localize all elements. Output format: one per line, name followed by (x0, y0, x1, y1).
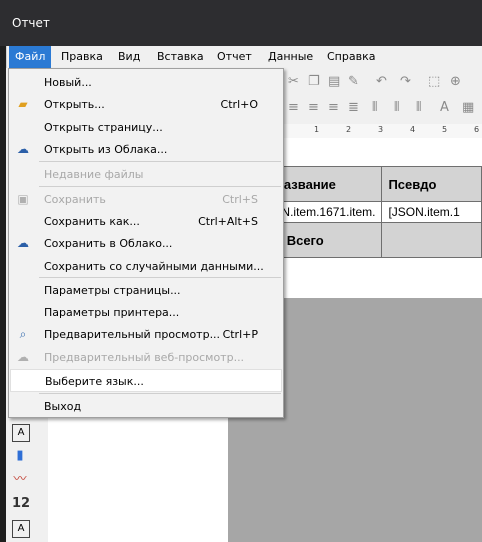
ruler-mark: 1 (314, 125, 320, 134)
ruler-mark: 3 (378, 125, 384, 134)
save-icon: ▣ (17, 192, 29, 206)
ruler-mark: 2 (346, 125, 352, 134)
menu-separator (39, 186, 281, 187)
menu-separator (39, 277, 281, 278)
folder-open-icon: ▰ (18, 97, 28, 111)
format-painter-icon[interactable]: ✎ (348, 74, 359, 89)
font-color-icon[interactable]: A (440, 100, 449, 115)
title-bar: Отчет (0, 0, 482, 46)
paste-icon[interactable]: ▤ (328, 74, 340, 89)
menu-edit[interactable]: Правка (55, 46, 109, 68)
file-menu-dropdown: Новый... ▰ Открыть... Ctrl+O Открыть стр… (8, 68, 284, 418)
ruler-mark: 6 (474, 125, 480, 134)
menu-item-printer-setup[interactable]: Параметры принтера... (10, 301, 282, 324)
menu-item-open[interactable]: ▰ Открыть... Ctrl+O (10, 93, 282, 116)
menu-report[interactable]: Отчет (211, 46, 258, 68)
cut-icon[interactable]: ✂ (288, 74, 299, 89)
menu-item-exit[interactable]: Выход (10, 395, 282, 418)
select-icon[interactable]: ⬚ (428, 74, 440, 89)
menu-separator (39, 161, 281, 162)
ruler: 1 2 3 4 5 6 (284, 124, 482, 139)
cloud-upload-icon: ☁ (17, 236, 29, 250)
new-icon (14, 74, 32, 90)
align-center-icon[interactable]: ≡ (308, 100, 319, 115)
total-empty-cell[interactable] (381, 222, 482, 258)
toolbar: ✂ ❐ ▤ ✎ ↶ ↷ ⬚ ⊕ ≡ ≡ ≡ ≣ ⫴ ⫴ ⫴ A ▦ (284, 68, 482, 125)
border-icon[interactable]: ▦ (462, 100, 474, 115)
undo-icon[interactable]: ↶ (376, 74, 387, 89)
menu-item-save-cloud[interactable]: ☁ Сохранить в Облако... (10, 232, 282, 255)
column-header-alias[interactable]: Псевдо (381, 166, 482, 202)
menu-item-save-random[interactable]: Сохранить со случайными данными... (10, 255, 282, 278)
menu-item-save-as[interactable]: Сохранить как... Ctrl+Alt+S (10, 210, 282, 233)
menu-item-new[interactable]: Новый... (10, 71, 282, 94)
ruler-mark: 4 (410, 125, 416, 134)
valign-bottom-icon[interactable]: ⫴ (416, 100, 421, 115)
menu-item-web-preview: ☁ Предварительный веб-просмотр... (10, 346, 282, 369)
menu-item-language[interactable]: Выберите язык... (10, 369, 282, 392)
valign-top-icon[interactable]: ⫴ (372, 100, 377, 115)
text-box-icon[interactable]: A (12, 520, 30, 538)
web-preview-icon: ☁ (17, 350, 29, 364)
menu-help[interactable]: Справка (321, 46, 381, 68)
redo-icon[interactable]: ↷ (400, 74, 411, 89)
menu-item-page-setup[interactable]: Параметры страницы... (10, 279, 282, 302)
menu-item-open-page[interactable]: Открыть страницу... (10, 116, 282, 139)
align-left-icon[interactable]: ≡ (288, 100, 299, 115)
align-right-icon[interactable]: ≡ (328, 100, 339, 115)
data-cell-alias[interactable]: [JSON.item.1 (381, 201, 482, 223)
menu-bar: Файл Правка Вид Вставка Отчет Данные Спр… (6, 46, 482, 68)
justify-icon[interactable]: ≣ (348, 100, 359, 115)
menu-insert[interactable]: Вставка (151, 46, 210, 68)
zoom-icon[interactable]: ⊕ (450, 74, 461, 89)
menu-item-save: ▣ Сохранить Ctrl+S (10, 188, 282, 211)
number-icon[interactable]: 12 (12, 496, 30, 512)
menu-item-recent: Недавние файлы (44, 168, 144, 181)
ruler-mark: 5 (442, 125, 448, 134)
menu-item-open-cloud[interactable]: ☁ Открыть из Облака... (10, 138, 282, 161)
menu-data[interactable]: Данные (262, 46, 319, 68)
menu-view[interactable]: Вид (112, 46, 146, 68)
text-component-icon[interactable]: A (12, 424, 30, 442)
sparkline-icon[interactable]: 〰 (12, 472, 28, 488)
bar-chart-icon[interactable]: ▮ (12, 448, 28, 464)
menu-item-preview[interactable]: ⌕ Предварительный просмотр... Ctrl+P (10, 323, 282, 346)
window-title: Отчет (12, 16, 50, 30)
copy-icon[interactable]: ❐ (308, 74, 320, 89)
valign-center-icon[interactable]: ⫴ (394, 100, 399, 115)
menu-file[interactable]: Файл (9, 46, 52, 68)
cloud-download-icon: ☁ (17, 142, 29, 156)
menu-separator (39, 393, 281, 394)
preview-icon: ⌕ (19, 327, 27, 341)
